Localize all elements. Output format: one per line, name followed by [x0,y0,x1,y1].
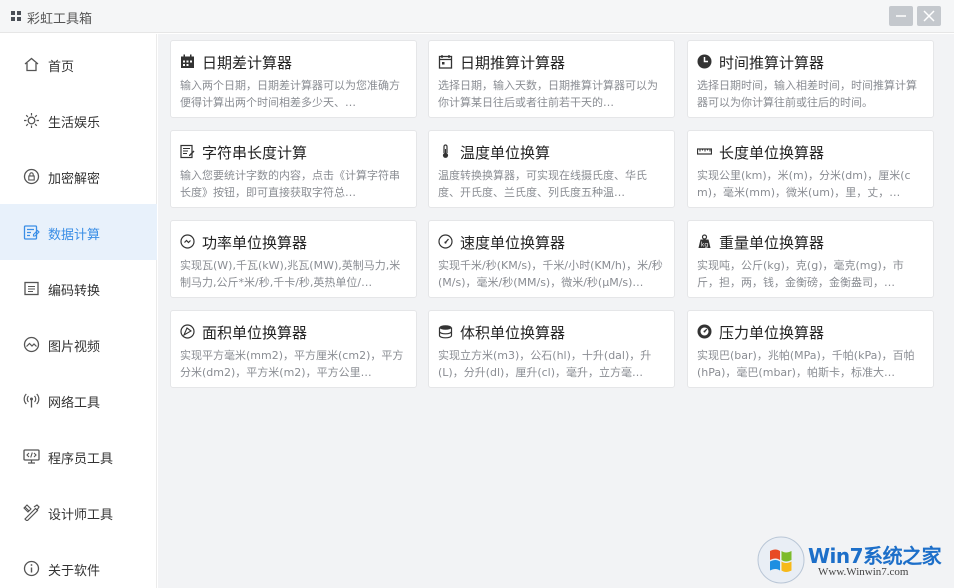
sidebar-item-home[interactable]: 首页 [0,36,157,92]
card-date-shift[interactable]: 日期推算计算器 选择日期，输入天数，日期推算计算器可以为你计算某日往后或者往前若… [428,40,675,118]
power-icon [180,234,195,249]
weight-icon: kg [698,234,711,249]
sidebar-item-about[interactable]: 关于软件 [0,540,157,588]
app-grid-icon [11,11,21,21]
card-pressure[interactable]: 压力单位换算器 实现巴(bar)，兆帕(MPa)，千帕(kPa)，百帕(hPa)… [687,310,934,388]
card-description: 温度转换换算器，可实现在线摄氏度、华氏度、开氏度、兰氏度、列氏度五种温… [438,169,647,199]
card-title: 时间推算计算器 [719,54,825,72]
minimize-button[interactable] [889,6,913,26]
sidebar-item-label: 编码转换 [48,284,101,299]
calculator-icon [23,225,40,240]
sidebar: 首页 生活娱乐 加密解密 数据计算 编码转换 图片视频 网络工具 程序员工具 设… [0,34,157,588]
close-icon [923,10,935,22]
card-title: 日期推算计算器 [460,54,566,72]
sidebar-item-label: 关于软件 [48,564,101,579]
card-power[interactable]: 功率单位换算器 实现瓦(W),千瓦(kW),兆瓦(MW),英制马力,米制马力,公… [170,220,417,298]
card-description: 实现瓦(W),千瓦(kW),兆瓦(MW),英制马力,米制马力,公斤*米/秒,千卡… [180,259,401,289]
close-button[interactable] [917,6,941,26]
area-icon [180,324,195,339]
card-title: 字符串长度计算 [202,144,308,162]
card-title: 体积单位换算器 [460,324,566,342]
sidebar-item-encryption[interactable]: 加密解密 [0,148,157,204]
calendar-icon [181,54,194,68]
ruler-icon [697,148,712,155]
card-title: 功率单位换算器 [202,234,308,252]
home-icon [24,57,39,72]
sidebar-item-label: 图片视频 [48,340,101,355]
watermark: Win7系统之家 Www.Winwin7.com [756,532,954,588]
sidebar-item-network[interactable]: 网络工具 [0,372,157,428]
sidebar-item-label: 首页 [48,60,75,75]
card-speed[interactable]: 速度单位换算器 实现千米/秒(KM/s)，千米/小时(KM/h)，米/秒(M/s… [428,220,675,298]
speedometer-icon [438,234,453,249]
sidebar-item-life[interactable]: 生活娱乐 [0,92,157,148]
sidebar-item-label: 程序员工具 [48,452,114,467]
code-icon [24,281,39,296]
card-title: 日期差计算器 [202,54,293,72]
thermometer-icon [442,144,449,158]
card-string-length[interactable]: 字符串长度计算 输入您要统计字数的内容，点击《计算字符串长度》按钮，即可直接获取… [170,130,417,208]
image-icon [23,336,40,353]
text-length-icon [180,144,195,159]
card-description: 实现平方毫米(mm2)，平方厘米(cm2)，平方分米(dm2)，平方米(m2)，… [180,349,404,379]
sun-icon [24,113,39,128]
card-time-shift[interactable]: 时间推算计算器 选择日期时间，输入相差时间，时间推算计算器可以为你计算往前或往后… [687,40,934,118]
sidebar-item-label: 网络工具 [48,396,101,411]
volume-icon [438,325,453,339]
card-volume[interactable]: 体积单位换算器 实现立方米(m3)，公石(hl)，十升(dal)，升(L)，分升… [428,310,675,388]
calendar-outline-icon [438,55,453,69]
sidebar-item-encoding[interactable]: 编码转换 [0,260,157,316]
sidebar-item-label: 设计师工具 [48,508,114,523]
card-temperature[interactable]: 温度单位换算 温度转换换算器，可实现在线摄氏度、华氏度、开氏度、兰氏度、列氏度五… [428,130,675,208]
card-length[interactable]: 长度单位换算器 实现公里(km)，米(m)，分米(dm)，厘米(cm)，毫米(m… [687,130,934,208]
windows-logo-icon [757,536,805,584]
sidebar-item-designer[interactable]: 设计师工具 [0,484,157,540]
card-description: 实现千米/秒(KM/s)，千米/小时(KM/h)，米/秒(M/s)，毫米/秒(M… [438,259,663,289]
info-icon [23,560,40,577]
pressure-gauge-icon [697,324,712,339]
sidebar-item-label: 加密解密 [48,172,101,187]
card-title: 速度单位换算器 [460,234,566,252]
design-tools-icon [23,504,40,521]
main-content: 日期差计算器 输入两个日期，日期差计算器可以为您准确方便得计算出两个时间相差多少… [158,34,954,588]
card-title: 面积单位换算器 [202,324,308,342]
card-description: 实现立方米(m3)，公石(hl)，十升(dal)，升(L)，分升(dl)，厘升(… [438,349,652,379]
card-description: 输入您要统计字数的内容，点击《计算字符串长度》按钮，即可直接获取字符总… [180,169,400,199]
app-title: 彩虹工具箱 [27,12,93,27]
lock-icon [23,168,40,185]
card-area[interactable]: 面积单位换算器 实现平方毫米(mm2)，平方厘米(cm2)，平方分米(dm2)，… [170,310,417,388]
card-title: 温度单位换算 [460,144,551,162]
sidebar-item-programmer[interactable]: 程序员工具 [0,428,157,484]
sidebar-item-image-video[interactable]: 图片视频 [0,316,157,372]
card-date-diff[interactable]: 日期差计算器 输入两个日期，日期差计算器可以为您准确方便得计算出两个时间相差多少… [170,40,417,118]
monitor-code-icon [23,449,40,464]
sidebar-item-label: 生活娱乐 [48,116,101,131]
watermark-url: Www.Winwin7.com [818,566,909,578]
clock-icon [697,54,712,69]
card-description: 选择日期，输入天数，日期推算计算器可以为你计算某日往后或者往前若干天的… [438,79,658,109]
watermark-brand: Win7系统之家 [808,544,942,568]
sidebar-item-data-calc[interactable]: 数据计算 [0,204,157,260]
card-title: 压力单位换算器 [719,324,825,342]
card-description: 实现公里(km)，米(m)，分米(dm)，厘米(cm)，毫米(mm)，微米(um… [697,169,911,199]
card-description: 实现巴(bar)，兆帕(MPa)，千帕(kPa)，百帕(hPa)，毫巴(mbar… [697,349,915,379]
sidebar-item-label: 数据计算 [48,228,101,243]
minimize-icon [896,15,906,17]
card-weight[interactable]: kg 重量单位换算器 实现吨，公斤(kg)，克(g)，毫克(mg)，市斤，担，两… [687,220,934,298]
card-title: 重量单位换算器 [719,234,825,252]
card-description: 实现吨，公斤(kg)，克(g)，毫克(mg)，市斤，担，两，钱，金衡磅，金衡盎司… [697,259,904,289]
card-description: 选择日期时间，输入相差时间，时间推算计算器可以为你计算往前或往后的时间。 [697,79,917,109]
svg-text:kg: kg [701,242,708,249]
card-description: 输入两个日期，日期差计算器可以为您准确方便得计算出两个时间相差多少天、… [180,79,400,109]
network-icon [23,393,40,408]
title-bar: 彩虹工具箱 [0,0,954,33]
card-title: 长度单位换算器 [719,144,825,162]
